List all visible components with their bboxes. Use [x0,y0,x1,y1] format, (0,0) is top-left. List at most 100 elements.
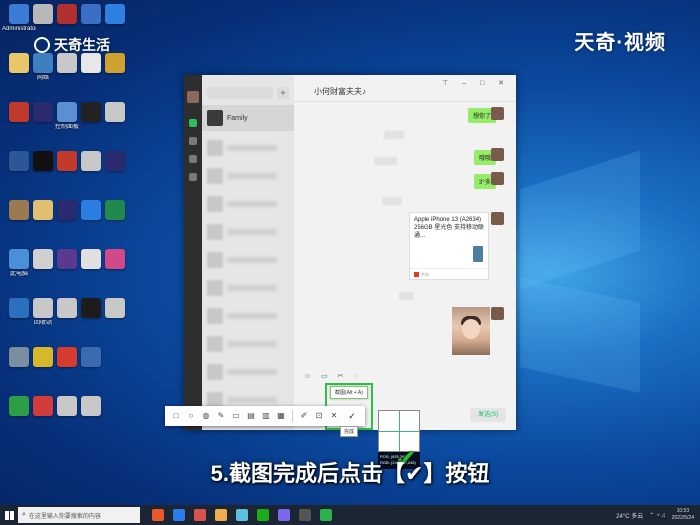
chat-window: + Family 小何财富夫夫♪ ⊤ – □ ✕ 想你了 ​ 哦哦 3°多 [184,75,516,430]
product-card[interactable]: Apple iPhone 13 (A2634) 256GB 星光色 支持移动联通… [409,212,489,280]
text-icon[interactable]: ▭ [232,412,240,420]
system-tray: 24°C 多云 ⌃ ◔ ♫ 10:53 2022/5/24 [616,508,700,522]
app-icon [105,249,125,269]
app-icon [9,298,29,318]
app-icon [57,4,77,24]
taskbar-app-icon[interactable] [215,509,227,521]
taskbar-app-icon[interactable] [236,509,248,521]
chat-list-item[interactable] [202,247,294,273]
chat-name: Family [227,114,248,122]
app-icon [9,4,29,24]
app-icon [9,151,29,171]
app-icon [81,53,101,73]
brand-watermark-right: 天奇·视频 [574,32,666,54]
desktop-icon[interactable] [100,102,130,144]
taskbar-app-icon[interactable] [278,509,290,521]
chat-list-item[interactable] [202,135,294,161]
product-desc [410,240,466,250]
desktop-icon[interactable] [100,200,130,242]
taskbar-app-icon[interactable] [173,509,185,521]
taskbar-app-icon[interactable] [320,509,332,521]
app-icon [33,151,53,171]
chat-list-item[interactable] [202,191,294,217]
app-icon [57,53,77,73]
timestamp: ​ [384,131,404,139]
chat-list-item[interactable] [202,163,294,189]
input-toolbar[interactable]: ☺ ▭ ✂ ◌ [304,372,362,380]
brand-logo-icon [34,37,50,53]
done-tooltip: 完成 [340,426,359,437]
ellipse-icon[interactable]: ○ [187,412,195,420]
taskbar-app-icon[interactable] [194,509,206,521]
add-chat-button[interactable]: + [277,87,289,99]
desktop-icon[interactable] [100,298,130,340]
contacts-nav-icon[interactable] [189,137,197,145]
taskbar-app-icon[interactable] [299,509,311,521]
app-icon [33,396,53,416]
rectangle-icon[interactable]: □ [172,412,180,420]
tray-icons[interactable]: ⌃ ◔ ♫ [649,512,666,519]
chat-list: + Family [202,75,294,430]
chat-nav-icon[interactable] [189,119,197,127]
taskbar-search[interactable]: ⌕ 在这里输入你要搜索的内容 [18,507,140,523]
favorites-nav-icon[interactable] [189,155,197,163]
chat-title: 小何财富夫夫♪ [314,87,366,96]
photo-message[interactable] [452,307,490,355]
cancel-icon[interactable]: ✕ [330,412,338,420]
user-avatar[interactable] [187,91,199,103]
pin-icon[interactable]: ✐ [300,412,308,420]
taskbar-apps [152,509,332,521]
send-button[interactable]: 发送(S) [470,408,506,422]
divider [294,101,516,102]
chat-search-input[interactable] [207,87,273,99]
start-button[interactable] [0,505,18,525]
app-icon [57,200,77,220]
app-icon [33,347,53,367]
chat-list-item[interactable] [202,331,294,357]
pen-icon[interactable]: ✎ [217,412,225,420]
app-icon [33,4,53,24]
chat-list-item[interactable] [202,219,294,245]
app-icon [105,4,125,24]
app-icon [57,347,77,367]
capture-tooltip: 截图(Alt + A) [330,386,368,399]
sender-avatar [491,107,504,120]
clock[interactable]: 10:53 2022/5/24 [672,508,694,522]
taskbar-app-icon[interactable] [152,509,164,521]
desktop-icon[interactable] [100,151,130,193]
app-icon [81,249,101,269]
chat-list-item[interactable]: Family [202,105,294,131]
chat-list-item[interactable] [202,359,294,385]
weather-text[interactable]: 24°C 多云 [616,511,643,520]
save-icon[interactable]: ⊡ [315,412,323,420]
tutorial-subtitle: 5.截图完成后点击【✔】按钮 [210,461,490,486]
app-icon [105,298,125,318]
clock-time: 10:53 [676,508,690,514]
desktop-icon[interactable] [76,396,106,438]
search-icon: ⌕ [22,511,26,518]
sender-avatar [491,307,504,320]
app-icon [9,249,29,269]
chat-list-item[interactable] [202,275,294,301]
windows-light-beam [520,277,640,393]
desktop-icon[interactable] [100,53,130,95]
taskbar: ⌕ 在这里输入你要搜索的内容 24°C 多云 ⌃ ◔ ♫ 10:53 2022/… [0,505,700,525]
done-button[interactable]: ✓ [345,409,359,423]
chat-panel: 小何财富夫夫♪ ⊤ – □ ✕ 想你了 ​ 哦哦 3°多 Apple iPhon… [294,75,516,430]
app-icon [57,396,77,416]
mosaic-icon[interactable]: ▤ [247,412,255,420]
chat-list-item[interactable] [202,303,294,329]
desktop-icon[interactable] [100,249,130,291]
folder-nav-icon[interactable] [189,173,197,181]
record-icon[interactable]: ◍ [202,412,210,420]
timestamp [382,197,402,205]
desktop-icon-grid: Administrator 此电脑 网络 回收站 控制面板 [0,0,140,500]
jd-icon [414,272,419,278]
taskbar-app-icon[interactable] [257,509,269,521]
app-icon [57,249,77,269]
marker-icon[interactable]: ▥ [262,412,270,420]
desktop-icon[interactable] [76,347,106,389]
app-icon [105,151,125,171]
window-controls[interactable]: ⊤ – □ ✕ [442,79,510,87]
blur-icon[interactable]: ▦ [277,412,285,420]
